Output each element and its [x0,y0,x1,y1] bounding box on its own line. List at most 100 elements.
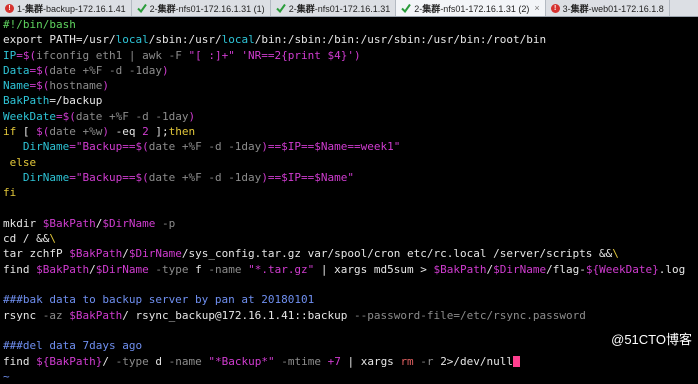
code-token: mkdir [3,216,43,230]
error-icon: ! [550,3,560,13]
code-token: "*Backup*" [208,354,275,368]
session-tab[interactable]: 2-集群-nfs01-172.16.1.31 [271,0,397,16]
code-token: IP [3,48,17,62]
code-token: $BakPath [69,308,123,322]
code-token: / [122,247,129,261]
tab-label: 2-集群-nfs01-172.16.1.31 [288,3,391,14]
code-token: /flag- [546,262,586,276]
code-line: Name=$(hostname) [3,78,698,93]
code-token: date +%F -d -1day [148,140,262,154]
code-token: "[ :]+" 'NR==2{print $4}' [188,48,355,62]
code-line: fi [3,185,698,200]
code-token: ###bak data to backup server by pan at 2… [3,293,315,307]
code-line: find ${BakPath}/ -type d -name "*Backup*… [3,354,698,369]
code-token: /sys_config.tar.gz var/spool/cron etc/rc… [181,247,613,261]
code-token: ) [354,48,361,62]
code-line: if [ $(date +%w) -eq 2 ];then [3,124,698,139]
code-token: $BakPath [433,262,487,276]
code-token: ]; [148,125,169,139]
code-token: =$( [29,63,50,77]
session-tab[interactable]: ! 3-集群-web01-172.16.1.8 [546,0,670,16]
check-icon [275,3,286,13]
code-line: #!/bin/bash [3,17,698,32]
session-tab[interactable]: 2-集群-nfs01-172.16.1.31 (1) [132,0,271,16]
code-token: -name [168,354,209,368]
code-token: $DirName [102,216,156,230]
code-token: cd / && [3,232,50,246]
code-token: Data [3,63,30,77]
code-line: WeekDate=$(date +%F -d -1day) [3,109,698,124]
code-token: /sbin:/usr/ [148,33,222,47]
code-token: -r [413,354,441,368]
code-token: ) [188,109,196,123]
code-token: then [168,125,196,139]
code-line: rsync -az $BakPath/ rsync_backup@172.16.… [3,308,698,323]
code-token: date +%F -d -1day [49,63,162,77]
code-token: $BakPath [69,247,123,261]
code-line: DirName="Backup==$(date +%F -d -1day)==$… [3,139,698,154]
code-line: tar zchfP $BakPath/$DirName/sys_config.t… [3,246,698,261]
code-line: cd / &&\ [3,231,698,246]
close-tab-icon[interactable]: × [534,3,539,13]
code-token: $DirName [95,262,149,276]
code-token: local [115,33,149,47]
tab-label: 2-集群-nfs01-172.16.1.31 (1) [149,3,265,14]
code-token: ${BakPath} [36,354,103,368]
code-token: $DirName [493,262,547,276]
code-token: d [155,354,169,368]
code-token: -type [148,262,196,276]
code-token: "*.tar.gz" [248,262,315,276]
code-token: local [221,33,255,47]
code-token: hostname [49,79,103,93]
code-token: BakPath [3,94,50,108]
session-tab[interactable]: 2-集群-nfs01-172.16.1.31 (2) × [396,0,546,16]
code-line: Data=$(date +%F -d -1day) [3,63,698,78]
code-token: ifconfig eth1 | awk -F [36,48,189,62]
check-icon [136,3,147,13]
code-token: -eq [108,125,143,139]
code-token: -name [208,262,249,276]
code-token: +7 [327,354,341,368]
code-line: ###del data 7days ago [3,338,698,353]
code-token: tar zchfP [3,247,70,261]
code-token: Name [3,79,30,93]
code-token: DirName [22,140,70,154]
tab-label: 2-集群-nfs01-172.16.1.31 (2) [414,3,530,14]
code-token: DirName [22,170,70,184]
code-token: | xargs [340,354,401,368]
code-line: mkdir $BakPath/$DirName -p [3,216,698,231]
tab-label: 1-集群-backup-172.16.1.41 [17,3,126,14]
session-tab[interactable]: ! 1-集群-backup-172.16.1.41 [0,0,132,16]
code-token: / [102,354,116,368]
code-token: date +%w [49,125,103,139]
code-token: --password-file=/etc/rsync.password [354,308,586,322]
code-token: =$( [29,79,50,93]
code-token: / rsync_backup@172.16.1.41::backup [122,308,355,322]
check-icon [401,3,412,13]
code-token: =$( [55,109,76,123]
code-token: $( [36,125,50,139]
code-token: ) [102,125,109,139]
code-token: )==$IP==$Name==week1" [261,140,401,154]
code-token: rm [400,354,414,368]
code-line: find $BakPath/$DirName -type f -name "*.… [3,262,698,277]
code-token: \ [612,247,619,261]
code-line: BakPath=/backup [3,93,698,108]
code-line: export PATH=/usr/local/sbin:/usr/local/b… [3,32,698,47]
code-token: f [195,262,209,276]
code-token: rsync [3,308,43,322]
code-token: WeekDate [3,109,56,123]
code-token: #!/bin/bash [3,18,76,31]
code-token: else [3,155,37,169]
code-token: | xargs md5sum > [314,262,434,276]
code-token: \ [49,232,56,246]
code-token: =/backup [49,94,103,108]
code-token: 2>/dev/null [440,354,514,368]
terminal-editor[interactable]: #!/bin/bash export PATH=/usr/local/sbin:/… [0,17,698,383]
code-line: DirName="Backup==$(date +%F -d -1day)==$… [3,170,698,185]
text-cursor [513,355,521,367]
code-token: ) [102,79,109,93]
